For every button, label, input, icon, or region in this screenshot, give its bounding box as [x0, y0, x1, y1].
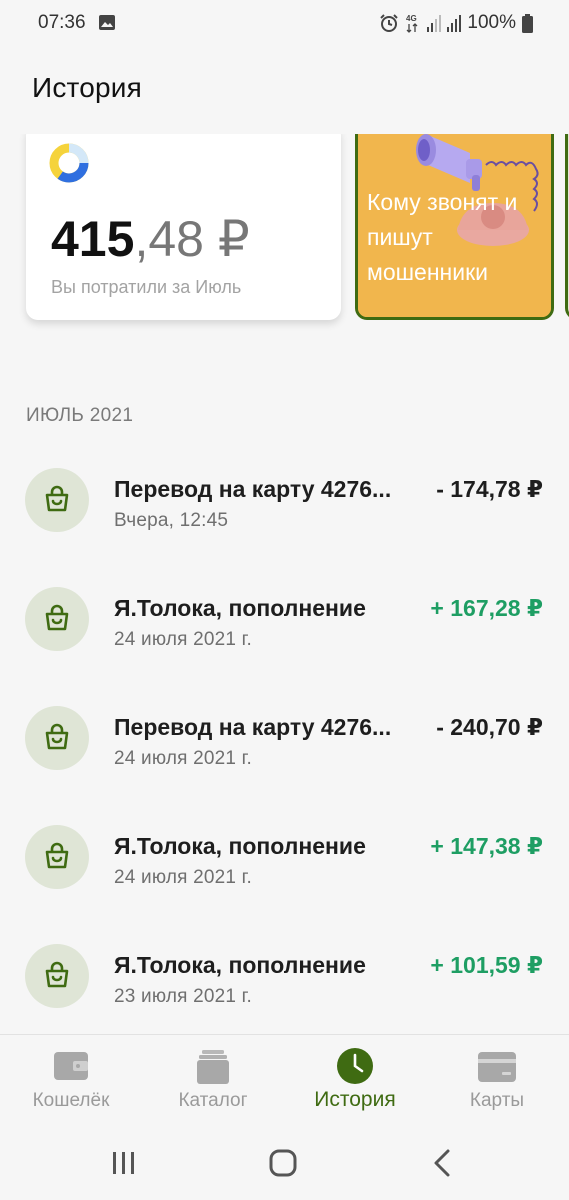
transaction-amount: - 174,78 ₽	[436, 476, 543, 502]
battery-percent: 100%	[467, 12, 516, 33]
catalog-icon	[197, 1050, 229, 1084]
status-right: 4G 100%	[379, 11, 533, 35]
transaction-row[interactable]: Перевод на карту 4276... 24 июля 2021 г.…	[0, 678, 569, 797]
spent-caption: Вы потратили за Июль	[51, 277, 242, 297]
card-icon	[478, 1052, 516, 1082]
nav-item-catalog[interactable]: Каталог	[142, 1035, 284, 1125]
transaction-amount: + 101,59 ₽	[430, 952, 543, 978]
nav-item-history[interactable]: История	[284, 1035, 426, 1125]
svg-text:4G: 4G	[406, 14, 417, 23]
transaction-list: Перевод на карту 4276... Вчера, 12:45 - …	[0, 440, 569, 1035]
transaction-title: Я.Толока, пополнение	[114, 833, 366, 859]
network-4g-icon: 4G	[406, 14, 418, 33]
battery-icon	[522, 13, 533, 33]
back-icon[interactable]	[422, 1146, 462, 1180]
clock-icon	[337, 1048, 373, 1084]
transaction-date: Вчера, 12:45	[114, 510, 229, 531]
home-icon[interactable]	[263, 1146, 303, 1180]
wallet-icon	[54, 1052, 88, 1080]
transaction-date: 24 июля 2021 г.	[114, 748, 252, 769]
nav-label-wallet: Кошелёк	[32, 1090, 110, 1111]
signal-icon-1	[427, 15, 442, 32]
transaction-title: Перевод на карту 4276...	[114, 476, 392, 502]
transaction-row[interactable]: Я.Толока, пополнение 24 июля 2021 г. + 1…	[0, 559, 569, 678]
transaction-title: Я.Толока, пополнение	[114, 952, 366, 978]
shopping-bag-icon	[25, 706, 89, 770]
spent-amount-fraction: ,48 ₽	[134, 211, 250, 267]
signal-icon-2	[447, 15, 462, 32]
gallery-icon	[99, 15, 115, 30]
spending-card[interactable]: 415,48 ₽ Вы потратили за Июль	[26, 134, 341, 320]
recent-apps-icon[interactable]	[104, 1146, 144, 1180]
donut-chart-icon	[49, 143, 89, 183]
month-section-header: ИЮЛЬ 2021	[26, 405, 134, 426]
page-title: История	[32, 72, 142, 103]
alarm-icon	[380, 14, 399, 32]
transaction-title: Я.Толока, пополнение	[114, 595, 366, 621]
nav-label-history: История	[314, 1088, 396, 1111]
nav-label-cards: Карты	[469, 1090, 525, 1111]
status-bar: 07:36 4G 100%	[0, 0, 569, 48]
spent-amount: 415,48 ₽	[51, 210, 250, 268]
shopping-bag-icon	[25, 468, 89, 532]
transaction-date: 24 июля 2021 г.	[114, 629, 252, 650]
transaction-row[interactable]: Я.Толока, пополнение 24 июля 2021 г. + 1…	[0, 797, 569, 916]
shopping-bag-icon	[25, 587, 89, 651]
shopping-bag-icon	[25, 944, 89, 1008]
status-time: 07:36	[38, 12, 86, 33]
shopping-bag-icon	[25, 825, 89, 889]
promo-text: Кому звонят и пишут мошенники	[367, 189, 518, 285]
promo-story-card[interactable]: Кому звонят и пишут мошенники	[355, 134, 554, 320]
nav-item-cards[interactable]: Карты	[426, 1035, 568, 1125]
transaction-row[interactable]: Я.Толока, пополнение 23 июля 2021 г. + 1…	[0, 916, 569, 1035]
transaction-title: Перевод на карту 4276...	[114, 714, 392, 740]
transaction-date: 24 июля 2021 г.	[114, 867, 252, 888]
summary-carousel[interactable]: 415,48 ₽ Вы потратили за Июль Кому звоня…	[0, 134, 569, 334]
nav-label-catalog: Каталог	[178, 1090, 248, 1111]
next-story-card[interactable]	[565, 134, 569, 320]
transaction-amount: + 147,38 ₽	[430, 833, 543, 859]
transaction-row[interactable]: Перевод на карту 4276... Вчера, 12:45 - …	[0, 440, 569, 559]
nav-item-wallet[interactable]: Кошелёк	[0, 1035, 142, 1125]
bottom-navigation: Кошелёк Каталог История Карты	[0, 1034, 569, 1125]
transaction-amount: - 240,70 ₽	[436, 714, 543, 740]
transaction-amount: + 167,28 ₽	[430, 595, 543, 621]
screen: 07:36 4G 100% История 415,48 ₽ Вы потрат…	[0, 0, 569, 1200]
system-navigation-bar	[0, 1124, 569, 1200]
spent-amount-whole: 415	[51, 211, 135, 267]
transaction-date: 23 июля 2021 г.	[114, 986, 252, 1007]
